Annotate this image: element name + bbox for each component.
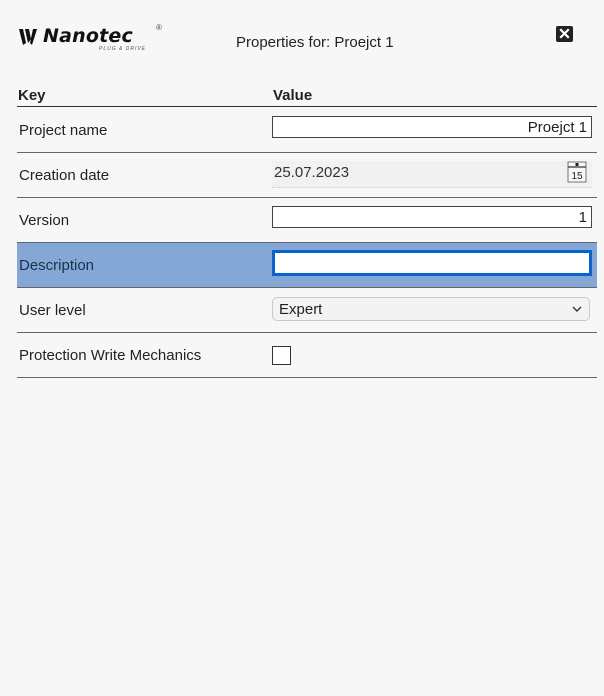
dialog-header: Nanotec ® PLUG & DRIVE Properties for: P… — [0, 0, 604, 84]
table-header: Key Value — [17, 86, 597, 107]
property-key: Description — [19, 257, 95, 274]
version-input[interactable] — [272, 206, 592, 228]
value-column-header: Value — [273, 87, 313, 104]
logo-mark-icon — [19, 29, 37, 45]
logo-registered-mark: ® — [156, 23, 162, 32]
user-level-select[interactable]: Expert — [272, 297, 590, 321]
description-input[interactable] — [272, 250, 592, 276]
property-key: User level — [19, 302, 86, 319]
property-key: Creation date — [19, 167, 110, 184]
creation-date-value: 25.07.2023 — [274, 164, 350, 181]
property-row-project-name: Project name — [17, 108, 597, 153]
close-icon — [559, 28, 570, 39]
property-key: Project name — [19, 122, 108, 139]
property-row-protection-write-mechanics: Protection Write Mechanics — [17, 333, 597, 378]
calendar-day-label: 15 — [571, 171, 583, 182]
logo-tagline: PLUG & DRIVE — [99, 46, 147, 52]
project-name-input[interactable] — [272, 116, 592, 138]
chevron-down-icon — [572, 306, 582, 312]
user-level-selected-value: Expert — [279, 301, 323, 318]
protection-write-mechanics-checkbox[interactable] — [272, 346, 291, 365]
calendar-icon[interactable]: 15 — [566, 161, 588, 183]
property-row-user-level: User level Expert — [17, 288, 597, 333]
key-column-header: Key — [18, 87, 46, 104]
property-row-description: Description — [17, 243, 597, 288]
property-row-version: Version — [17, 198, 597, 243]
close-button[interactable] — [556, 26, 573, 42]
creation-date-field[interactable]: 25.07.2023 15 — [272, 161, 592, 188]
logo-text: Nanotec — [43, 25, 133, 47]
property-row-creation-date: Creation date 25.07.2023 15 — [17, 153, 597, 198]
dialog-title: Properties for: Proejct 1 — [236, 34, 394, 51]
nanotec-logo: Nanotec ® PLUG & DRIVE — [17, 23, 177, 53]
property-key: Version — [19, 212, 70, 229]
property-key: Protection Write Mechanics — [19, 347, 202, 364]
